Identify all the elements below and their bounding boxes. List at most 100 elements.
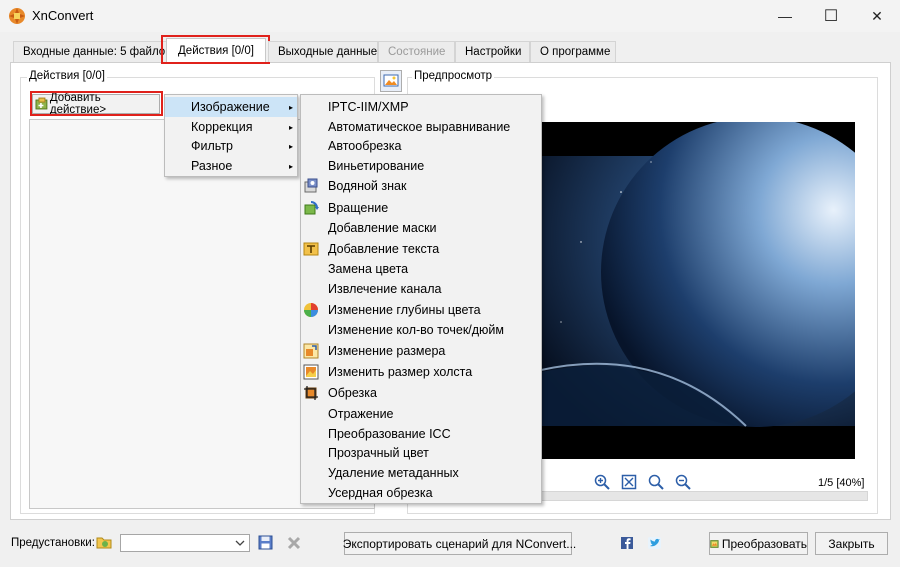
menu-item-dpi[interactable]: Изменение кол-во точек/дюйм	[301, 320, 541, 340]
submenu-arrow-icon: ▸	[288, 161, 293, 171]
planet-image	[541, 122, 855, 427]
menu-item-label: Автоматическое выравнивание	[328, 120, 511, 134]
zoom-out-icon[interactable]	[675, 474, 691, 490]
submenu-arrow-icon: ▸	[288, 122, 293, 132]
preview-toggle-button[interactable]	[380, 70, 402, 92]
canvas-size-icon	[303, 364, 319, 380]
convert-button[interactable]: Преобразовать	[709, 532, 808, 555]
resize-icon	[303, 343, 319, 359]
menu-item-label: Изменение кол-во точек/дюйм	[328, 323, 505, 337]
menu-item-add-text[interactable]: Добавление текста	[301, 239, 541, 259]
menu-item-filter[interactable]: Фильтр ▸	[165, 136, 297, 156]
menu-item-label: Фильтр	[191, 139, 233, 153]
open-folder-icon[interactable]	[96, 535, 113, 550]
menu-item-label: Изменение размера	[328, 344, 446, 358]
actions-group-title: Действия [0/0]	[27, 70, 107, 82]
zoom-in-icon[interactable]	[594, 474, 610, 490]
menu-item-label: Изображение	[191, 100, 270, 114]
rotate-icon	[304, 201, 319, 215]
menu-item-autocrop[interactable]: Автообрезка	[301, 136, 541, 156]
menu-item-label: Вращение	[328, 201, 389, 215]
export-label: Экспортировать сценарий для NConvert...	[342, 536, 577, 551]
menu-item-label: Автообрезка	[328, 139, 402, 153]
menu-item-label: Разное	[191, 159, 233, 173]
menu-item-color-depth[interactable]: Изменение глубины цвета	[301, 300, 541, 320]
close-button[interactable]: Закрыть	[815, 532, 888, 555]
menu-item-label: Усердная обрезка	[328, 486, 433, 500]
submenu-arrow-icon: ▸	[288, 141, 293, 151]
convert-icon	[710, 539, 719, 548]
menu-item-label: Виньетирование	[328, 159, 425, 173]
menu-item-label: Добавление текста	[328, 242, 440, 256]
menu-item-label: IPTC-IIM/XMP	[328, 100, 409, 114]
menu-item-mirror[interactable]: Отражение	[301, 404, 541, 424]
menu-item-remove-metadata[interactable]: Удаление метаданных	[301, 463, 541, 483]
menu-item-correction[interactable]: Коррекция ▸	[165, 117, 297, 137]
menu-item-label: Удаление метаданных	[328, 466, 459, 480]
presets-dropdown[interactable]	[120, 534, 250, 552]
fit-to-window-icon[interactable]	[621, 474, 637, 490]
menu-item-resize[interactable]: Изменение размера	[301, 341, 541, 361]
preview-icon	[383, 74, 399, 87]
chevron-down-icon	[235, 540, 245, 546]
menu-item-transparent-color[interactable]: Прозрачный цвет	[301, 443, 541, 463]
tab-input[interactable]: Входные данные: 5 файлов	[13, 41, 171, 62]
preview-image	[541, 122, 855, 459]
xnconvert-logo-icon	[9, 8, 25, 24]
title-bar: XnConvert — ☐ ✕	[0, 0, 900, 32]
preview-scrollbar[interactable]	[541, 491, 868, 501]
menu-item-label: Замена цвета	[328, 262, 409, 276]
menu-item-replace-color[interactable]: Замена цвета	[301, 259, 541, 279]
window-title: XnConvert	[32, 8, 94, 23]
maximize-button[interactable]: ☐	[808, 0, 854, 32]
menu-item-iptc[interactable]: IPTC-IIM/XMP	[301, 97, 541, 117]
convert-label: Преобразовать	[721, 536, 807, 551]
menu-item-icc[interactable]: Преобразование ICC	[301, 424, 541, 444]
presets-label: Предустановки:	[11, 537, 95, 549]
tab-output[interactable]: Выходные данные	[268, 41, 378, 62]
menu-item-vignette[interactable]: Виньетирование	[301, 156, 541, 176]
tab-status: Состояние	[378, 41, 455, 62]
image-actions-menu: IPTC-IIM/XMP Автоматическое выравнивание…	[300, 94, 542, 504]
action-category-menu: Изображение ▸ Коррекция ▸ Фильтр ▸ Разное ▸	[164, 94, 298, 177]
tab-about[interactable]: О программе	[530, 41, 616, 62]
menu-item-watermark[interactable]: Водяной знак	[301, 176, 541, 196]
menu-item-label: Преобразование ICC	[328, 427, 451, 441]
submenu-arrow-icon: ▸	[288, 102, 293, 112]
preview-counter: 1/5 [40%]	[818, 477, 865, 489]
menu-item-add-mask[interactable]: Добавление маски	[301, 218, 541, 238]
close-window-button[interactable]: ✕	[854, 0, 900, 32]
minimize-button[interactable]: —	[762, 0, 808, 32]
menu-item-misc[interactable]: Разное ▸	[165, 156, 297, 176]
zoom-icon[interactable]	[648, 474, 664, 490]
delete-preset-icon[interactable]	[287, 536, 301, 550]
facebook-icon[interactable]	[621, 537, 633, 549]
menu-item-label: Изменить размер холста	[328, 365, 473, 379]
tab-actions-highlight	[161, 35, 270, 64]
text-icon	[303, 242, 319, 256]
tab-settings[interactable]: Настройки	[455, 41, 530, 62]
twitter-icon[interactable]	[648, 537, 661, 549]
menu-item-rotate[interactable]: Вращение	[301, 198, 541, 218]
menu-item-label: Обрезка	[328, 386, 377, 400]
crop-icon	[304, 386, 318, 400]
menu-item-image[interactable]: Изображение ▸	[165, 97, 297, 117]
menu-item-label: Прозрачный цвет	[328, 446, 429, 460]
menu-item-canvas-size[interactable]: Изменить размер холста	[301, 362, 541, 382]
export-nconvert-button[interactable]: Экспортировать сценарий для NConvert...	[343, 532, 576, 555]
menu-item-label: Водяной знак	[328, 179, 407, 193]
menu-item-extract-channel[interactable]: Извлечение канала	[301, 279, 541, 299]
add-action-highlight	[30, 91, 163, 116]
preview-group-title: Предпросмотр	[412, 70, 494, 82]
menu-item-label: Отражение	[328, 407, 394, 421]
menu-item-label: Изменение глубины цвета	[328, 303, 481, 317]
color-depth-icon	[304, 303, 318, 317]
menu-item-label: Добавление маски	[328, 221, 437, 235]
menu-item-label: Извлечение канала	[328, 282, 442, 296]
save-preset-icon[interactable]	[258, 535, 273, 550]
watermark-icon	[304, 178, 318, 193]
menu-item-auto-level[interactable]: Автоматическое выравнивание	[301, 117, 541, 137]
menu-item-strong-crop[interactable]: Усердная обрезка	[301, 483, 541, 503]
menu-item-crop[interactable]: Обрезка	[301, 383, 541, 403]
menu-item-label: Коррекция	[191, 120, 253, 134]
